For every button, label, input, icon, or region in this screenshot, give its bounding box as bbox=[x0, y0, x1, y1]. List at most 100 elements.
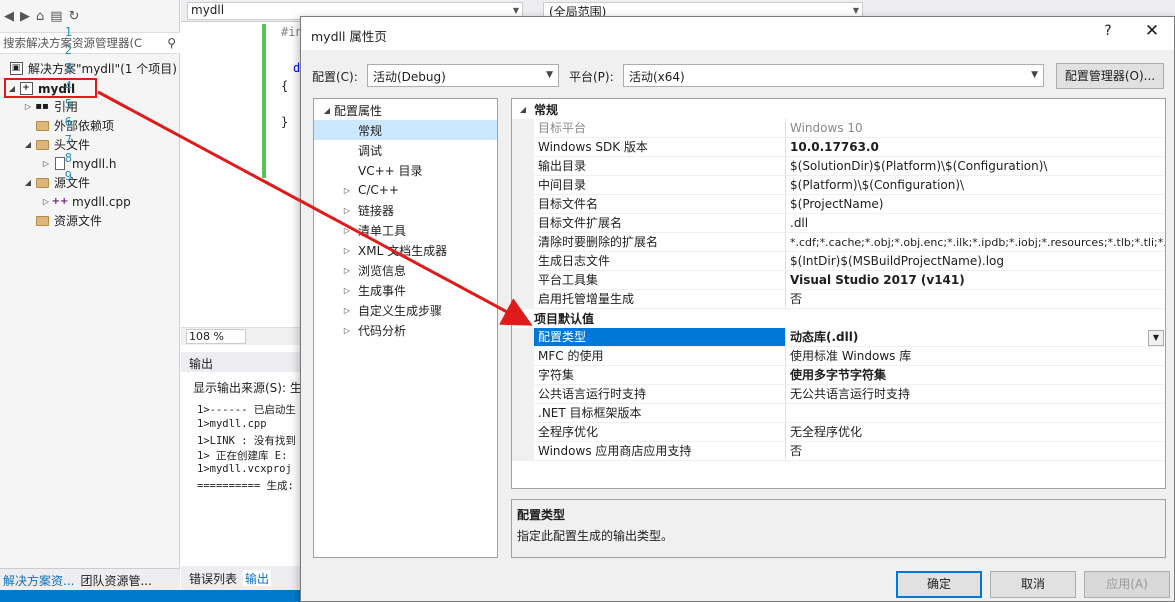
solution-search-input[interactable]: 搜索解决方案资源管理器(C ⚲ bbox=[0, 32, 180, 54]
annotation-highlight-box bbox=[4, 78, 97, 98]
category-project-defaults[interactable]: ◢ 项目默认值 bbox=[512, 309, 1165, 328]
output-line: ========== 生成: bbox=[197, 480, 294, 492]
nav-item[interactable]: VC++ 目录 bbox=[314, 160, 497, 180]
solution-icon: ▣ bbox=[8, 62, 24, 76]
collapsed-icon[interactable]: ▷ bbox=[340, 286, 354, 295]
platform-label: 平台(P): bbox=[569, 70, 614, 84]
collapsed-icon[interactable]: ▷ bbox=[40, 197, 52, 206]
nav-item[interactable]: ▷ 代码分析 bbox=[314, 320, 497, 340]
property-row[interactable]: 全程序优化 无全程序优化 bbox=[512, 423, 1165, 442]
history-icon[interactable]: ↻ bbox=[69, 9, 80, 24]
collapsed-icon[interactable]: ▷ bbox=[22, 102, 34, 111]
tab-team-explorer[interactable]: 团队资源管... bbox=[77, 569, 154, 590]
chevron-down-icon: ▼ bbox=[546, 70, 553, 80]
expanded-icon[interactable]: ◢ bbox=[22, 140, 34, 149]
property-row[interactable]: 清除时要删除的扩展名 *.cdf;*.cache;*.obj;*.obj.enc;… bbox=[512, 233, 1165, 252]
property-row-configuration-type[interactable]: 配置类型 动态库(.dll) ▼ bbox=[512, 328, 1165, 347]
code-fragment: { bbox=[281, 79, 289, 93]
source-file-node[interactable]: ▷ ++ mydll.cpp bbox=[40, 192, 131, 211]
output-line: 1>LINK : 没有找到 bbox=[197, 435, 296, 447]
back-icon[interactable]: ◀ bbox=[4, 9, 14, 24]
collapsed-icon[interactable]: ▷ bbox=[340, 206, 354, 215]
close-button[interactable]: ✕ bbox=[1142, 21, 1162, 41]
property-row[interactable]: 输出目录 $(SolutionDir)$(Platform)\$(Configur… bbox=[512, 157, 1165, 176]
switch-view-icon[interactable]: ▤ bbox=[50, 9, 62, 24]
collapsed-icon[interactable]: ▷ bbox=[340, 326, 354, 335]
property-row[interactable]: 目标文件扩展名 .dll bbox=[512, 214, 1165, 233]
tab-solution-explorer[interactable]: 解决方案资... bbox=[0, 569, 77, 590]
nav-item[interactable]: ▷ 链接器 bbox=[314, 200, 497, 220]
search-icon[interactable]: ⚲ bbox=[167, 36, 176, 50]
dialog-title: mydll 属性页 bbox=[311, 29, 387, 44]
nav-item[interactable]: ▷ 生成事件 bbox=[314, 280, 497, 300]
forward-icon[interactable]: ▶ bbox=[20, 9, 30, 24]
line-number: 6 bbox=[64, 115, 72, 129]
apply-button[interactable]: 应用(A) bbox=[1084, 571, 1170, 598]
tab-output[interactable]: 输出 bbox=[243, 570, 272, 586]
output-line: 1> 正在创建库 E: bbox=[197, 450, 288, 462]
line-number: 2 bbox=[64, 43, 72, 57]
folder-icon bbox=[34, 138, 50, 152]
collapsed-icon[interactable]: ▷ bbox=[340, 306, 354, 315]
property-row[interactable]: 字符集 使用多字节字符集 bbox=[512, 366, 1165, 385]
zoom-combo[interactable]: 108 % bbox=[186, 329, 246, 344]
platform-combo[interactable]: 活动(x64) ▼ bbox=[623, 64, 1044, 87]
property-row[interactable]: MFC 的使用 使用标准 Windows 库 bbox=[512, 347, 1165, 366]
property-row[interactable]: 启用托管增量生成否 bbox=[512, 290, 1165, 309]
nav-item[interactable]: ▷ 自定义生成步骤 bbox=[314, 300, 497, 320]
property-row[interactable]: 目标平台 Windows 10 bbox=[512, 119, 1165, 138]
output-line: 1>mydll.vcxproj - bbox=[197, 463, 305, 475]
property-row[interactable]: 生成日志文件 $(IntDir)$(MSBuildProjectName).log bbox=[512, 252, 1165, 271]
nav-item[interactable]: ▷ XML 文档生成器 bbox=[314, 240, 497, 260]
external-deps-node[interactable]: 外部依赖项 bbox=[34, 116, 114, 135]
expanded-icon[interactable]: ◢ bbox=[320, 106, 334, 115]
line-number: 8 bbox=[64, 151, 72, 165]
cancel-button[interactable]: 取消 bbox=[990, 571, 1076, 598]
collapsed-icon[interactable]: ▷ bbox=[340, 246, 354, 255]
collapsed-icon[interactable]: ▷ bbox=[340, 226, 354, 235]
code-editor[interactable] bbox=[181, 23, 301, 326]
nav-item[interactable]: ◢ 配置属性 bbox=[314, 100, 497, 120]
nav-item[interactable]: 调试 bbox=[314, 140, 497, 160]
configuration-combo[interactable]: 活动(Debug) ▼ bbox=[367, 64, 559, 87]
nav-item[interactable]: ▷ 清单工具 bbox=[314, 220, 497, 240]
description-title: 配置类型 bbox=[517, 508, 566, 522]
property-pages-dialog: mydll 属性页 ? ✕ 配置(C): 活动(Debug) ▼ 平台(P): … bbox=[300, 16, 1175, 602]
status-bar bbox=[0, 590, 300, 602]
property-row[interactable]: 平台工具集 Visual Studio 2017 (v141) bbox=[512, 271, 1165, 290]
output-source-label: 显示输出来源(S): bbox=[193, 381, 287, 395]
collapsed-icon[interactable]: ▷ bbox=[340, 186, 354, 195]
resources-node[interactable]: 资源文件 bbox=[34, 211, 102, 230]
collapsed-icon[interactable]: ▷ bbox=[40, 159, 52, 168]
category-general[interactable]: ◢ 常规 bbox=[512, 100, 1165, 119]
output-line: 1>------ 已启动生 bbox=[197, 404, 296, 416]
line-number: 3 bbox=[64, 61, 72, 75]
help-button[interactable]: ? bbox=[1098, 23, 1118, 39]
configuration-manager-button[interactable]: 配置管理器(O)... bbox=[1056, 63, 1164, 89]
solution-node[interactable]: ▣ 解决方案"mydll"(1 个项目) bbox=[8, 59, 177, 78]
property-row[interactable]: 目标文件名 $(ProjectName) bbox=[512, 195, 1165, 214]
property-row[interactable]: Windows SDK 版本 10.0.17763.0 bbox=[512, 138, 1165, 157]
expanded-icon[interactable]: ◢ bbox=[22, 178, 34, 187]
nav-item[interactable]: ▷ C/C++ bbox=[314, 180, 497, 200]
line-number: 4 bbox=[64, 79, 72, 93]
nav-item[interactable]: ▷ 浏览信息 bbox=[314, 260, 497, 280]
output-panel-title: 输出 bbox=[181, 352, 301, 372]
tab-error-list[interactable]: 错误列表 bbox=[189, 570, 237, 586]
chevron-down-icon[interactable]: ▼ bbox=[1148, 330, 1164, 346]
property-nav-tree: ◢ 配置属性 常规 调试 VC++ 目录 ▷ C/C++ ▷ 链接器 ▷ 清单工… bbox=[313, 98, 498, 558]
ok-button[interactable]: 确定 bbox=[896, 571, 982, 598]
property-row[interactable]: Windows 应用商店应用支持否 bbox=[512, 442, 1165, 461]
nav-item-general[interactable]: 常规 bbox=[314, 120, 497, 140]
home-icon[interactable]: ⌂ bbox=[36, 9, 44, 24]
chevron-down-icon: ▼ bbox=[1031, 70, 1038, 80]
property-row[interactable]: .NET 目标框架版本 bbox=[512, 404, 1165, 423]
collapsed-icon[interactable]: ▷ bbox=[340, 266, 354, 275]
folder-icon bbox=[34, 176, 50, 190]
bottom-tabs: 错误列表 输出 bbox=[181, 566, 301, 590]
expanded-icon[interactable]: ◢ bbox=[512, 314, 534, 323]
folder-icon bbox=[34, 214, 50, 228]
expanded-icon[interactable]: ◢ bbox=[512, 105, 534, 114]
property-row[interactable]: 公共语言运行时支持 无公共语言运行时支持 bbox=[512, 385, 1165, 404]
property-row[interactable]: 中间目录 $(Platform)\$(Configuration)\ bbox=[512, 176, 1165, 195]
